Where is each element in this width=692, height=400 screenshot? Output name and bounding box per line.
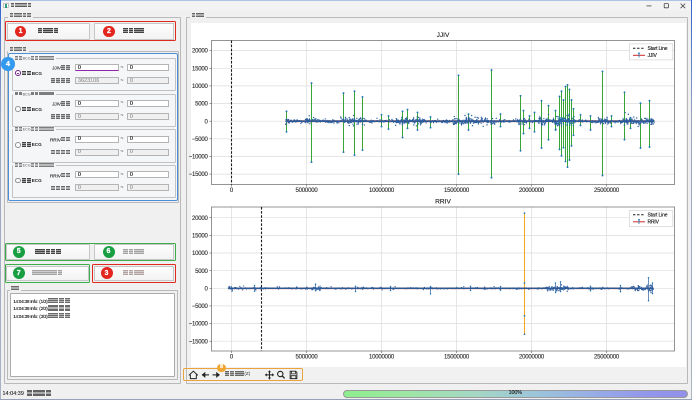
svg-text:15000000: 15000000 xyxy=(444,188,470,194)
svg-text:−15000: −15000 xyxy=(189,172,209,178)
svg-text:JJIV: JJIV xyxy=(648,53,658,59)
svg-text:20000000: 20000000 xyxy=(519,354,545,360)
svg-text:10000000: 10000000 xyxy=(369,354,395,360)
svg-text:Start Line: Start Line xyxy=(648,46,668,52)
svg-text:JJIV: JJIV xyxy=(437,32,450,39)
svg-text:0: 0 xyxy=(205,119,209,125)
svg-text:RRIV: RRIV xyxy=(648,219,660,225)
svg-text:5000: 5000 xyxy=(195,102,208,108)
svg-text:10000: 10000 xyxy=(192,84,209,90)
svg-text:20000: 20000 xyxy=(192,216,209,222)
svg-text:−10000: −10000 xyxy=(189,322,209,328)
svg-text:25000000: 25000000 xyxy=(594,188,620,194)
svg-text:−5000: −5000 xyxy=(192,137,209,143)
svg-text:5000: 5000 xyxy=(195,269,208,275)
svg-text:5000000: 5000000 xyxy=(296,188,319,194)
svg-text:0: 0 xyxy=(205,286,209,292)
svg-text:20000000: 20000000 xyxy=(519,188,545,194)
svg-text:Start Line: Start Line xyxy=(648,212,668,218)
svg-text:0: 0 xyxy=(230,188,234,194)
svg-text:−10000: −10000 xyxy=(189,155,209,161)
svg-text:10000000: 10000000 xyxy=(369,188,395,194)
svg-text:RRIV: RRIV xyxy=(435,198,451,205)
svg-text:10000: 10000 xyxy=(192,251,209,257)
svg-text:−15000: −15000 xyxy=(189,339,209,345)
svg-text:15000000: 15000000 xyxy=(444,354,470,360)
svg-text:−5000: −5000 xyxy=(192,304,209,310)
svg-text:15000: 15000 xyxy=(192,66,209,72)
svg-text:20000: 20000 xyxy=(192,49,209,55)
svg-text:15000: 15000 xyxy=(192,234,209,240)
svg-text:0: 0 xyxy=(230,354,234,360)
svg-text:5000000: 5000000 xyxy=(296,354,319,360)
svg-text:25000000: 25000000 xyxy=(594,354,620,360)
